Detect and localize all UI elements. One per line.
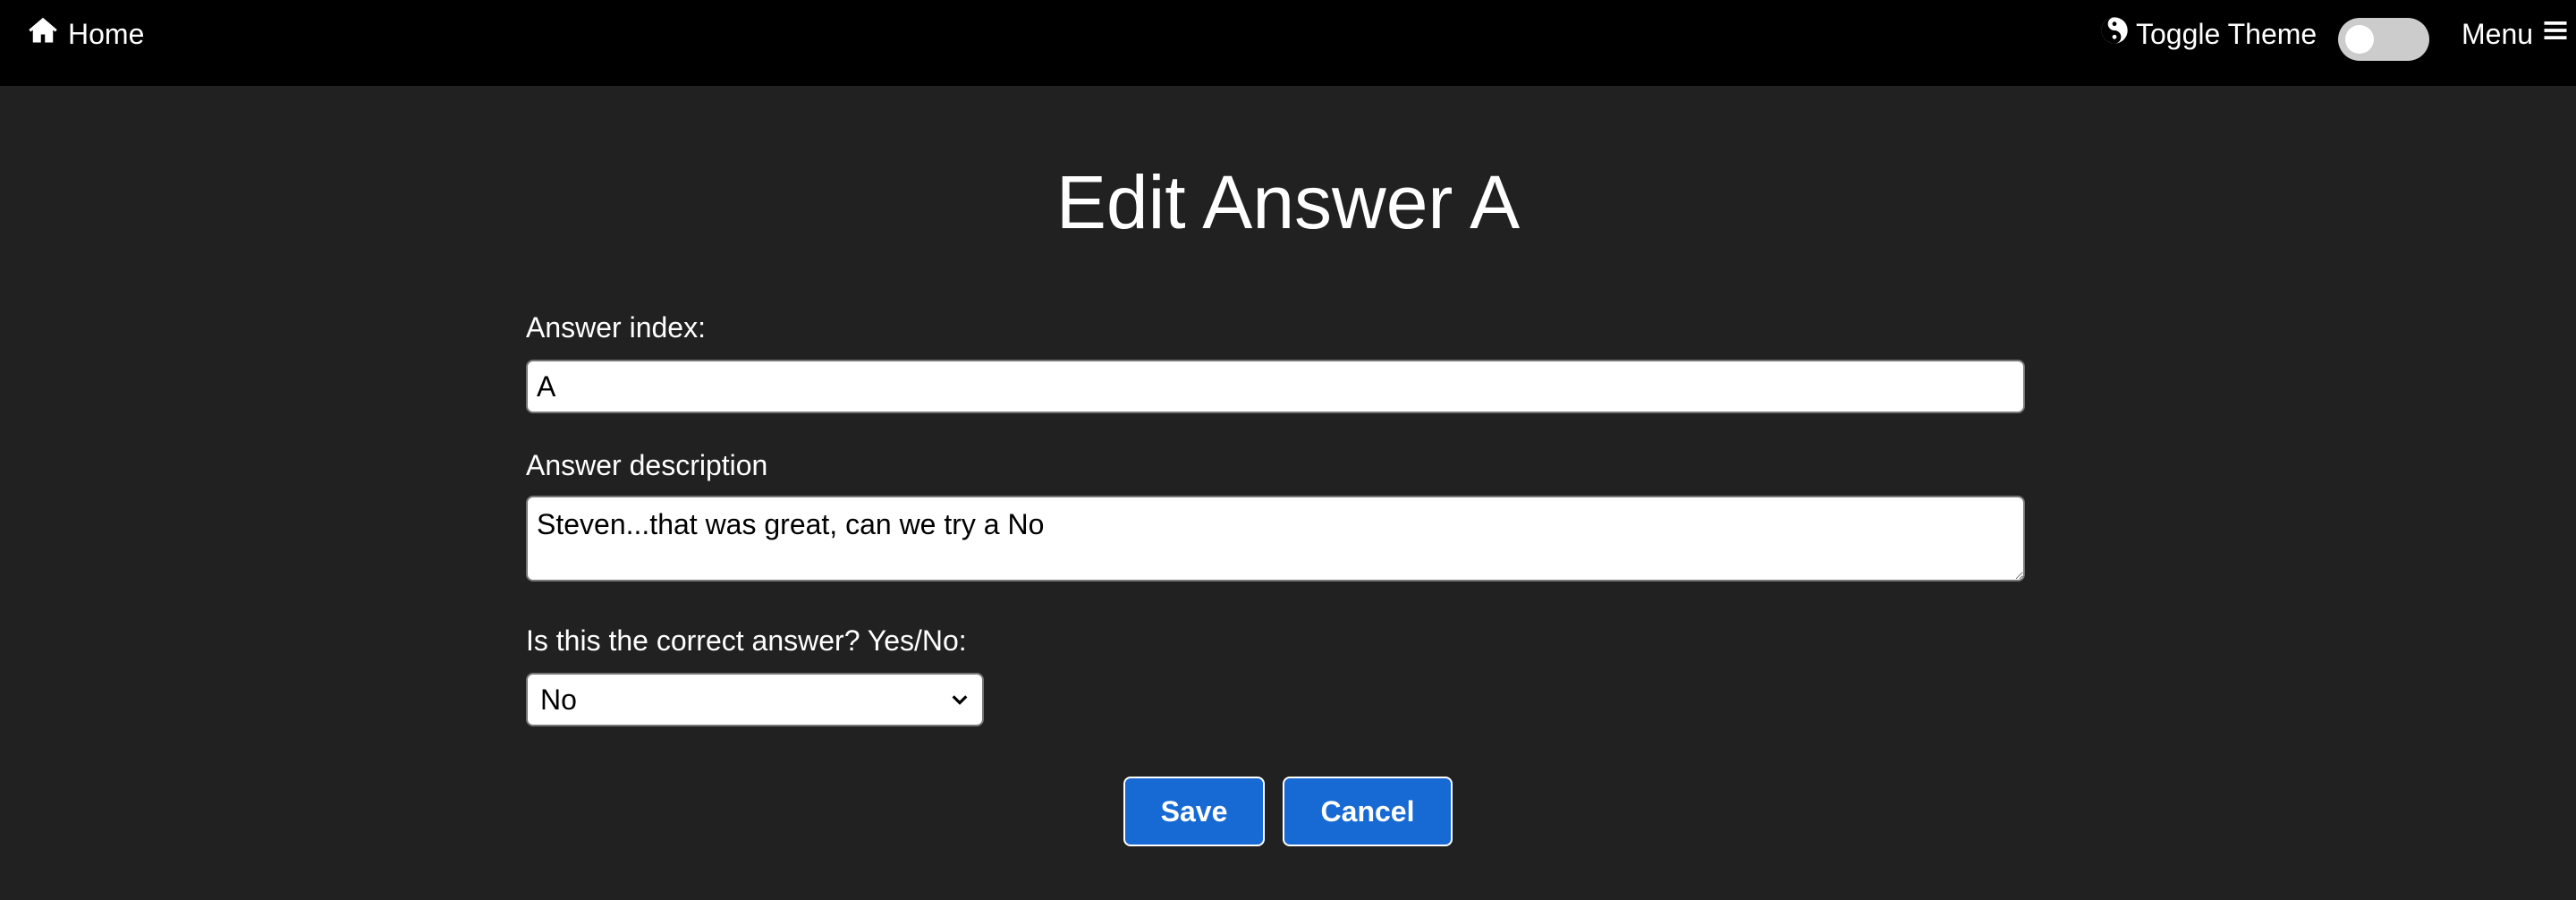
answer-description-textarea[interactable]: Steven...that was great, can we try a No [526,496,2025,582]
navbar: Home Toggle Theme Menu [0,0,2576,86]
theme-toggle-switch[interactable] [2338,18,2429,61]
answer-index-label: Answer index: [526,311,706,344]
toggle-theme-label[interactable]: Toggle Theme [2100,14,2317,54]
answer-description-label: Answer description [526,449,768,481]
cancel-button[interactable]: Cancel [1283,777,1453,846]
yin-yang-icon [2100,16,2129,52]
menu-label: Menu [2462,17,2534,50]
correct-answer-select[interactable]: No [526,673,984,726]
toggle-theme-text: Toggle Theme [2136,17,2318,50]
menu-button[interactable]: Menu [2462,14,2569,54]
home-label: Home [68,17,145,50]
home-link[interactable]: Home [27,14,144,54]
correct-answer-selected: No [540,683,577,716]
page-title: Edit Answer A [1055,160,1521,244]
chevron-down-icon [950,683,970,717]
correct-answer-label: Is this the correct answer? Yes/No: [526,624,967,657]
answer-index-input[interactable] [526,360,2025,413]
save-button[interactable]: Save [1123,777,1265,846]
home-icon [27,14,59,54]
hamburger-icon [2542,17,2569,51]
toggle-knob [2345,25,2374,54]
